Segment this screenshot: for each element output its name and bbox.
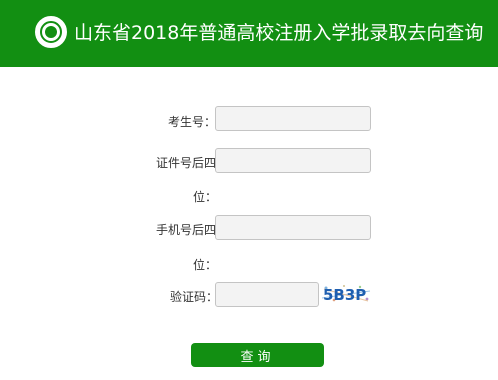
exam-number-label: 考生号： — [168, 115, 217, 129]
phone-last4-label-line2: 位： — [193, 258, 218, 272]
phone-last4-input[interactable] — [215, 215, 371, 240]
exam-number-input[interactable] — [215, 106, 371, 131]
query-page: 山东省2018年普通高校注册入学批录取去向查询 考生号： 证件号后四 位： 手机… — [0, 0, 498, 380]
id-last4-input[interactable] — [215, 148, 371, 173]
query-button[interactable]: 查询 — [191, 343, 324, 367]
id-last4-label-line2: 位： — [193, 190, 218, 204]
university-emblem-icon — [35, 16, 67, 48]
captcha-input[interactable] — [215, 282, 319, 307]
phone-last4-label: 手机号后四 — [156, 223, 217, 237]
captcha-label: 验证码： — [170, 290, 219, 304]
captcha-image[interactable]: 5B3P — [320, 283, 372, 305]
id-last4-label: 证件号后四 — [156, 156, 217, 170]
page-title: 山东省2018年普通高校注册入学批录取去向查询 — [74, 22, 484, 44]
header-bar: 山东省2018年普通高校注册入学批录取去向查询 — [0, 0, 498, 67]
captcha-text: 5B3P — [323, 286, 366, 304]
